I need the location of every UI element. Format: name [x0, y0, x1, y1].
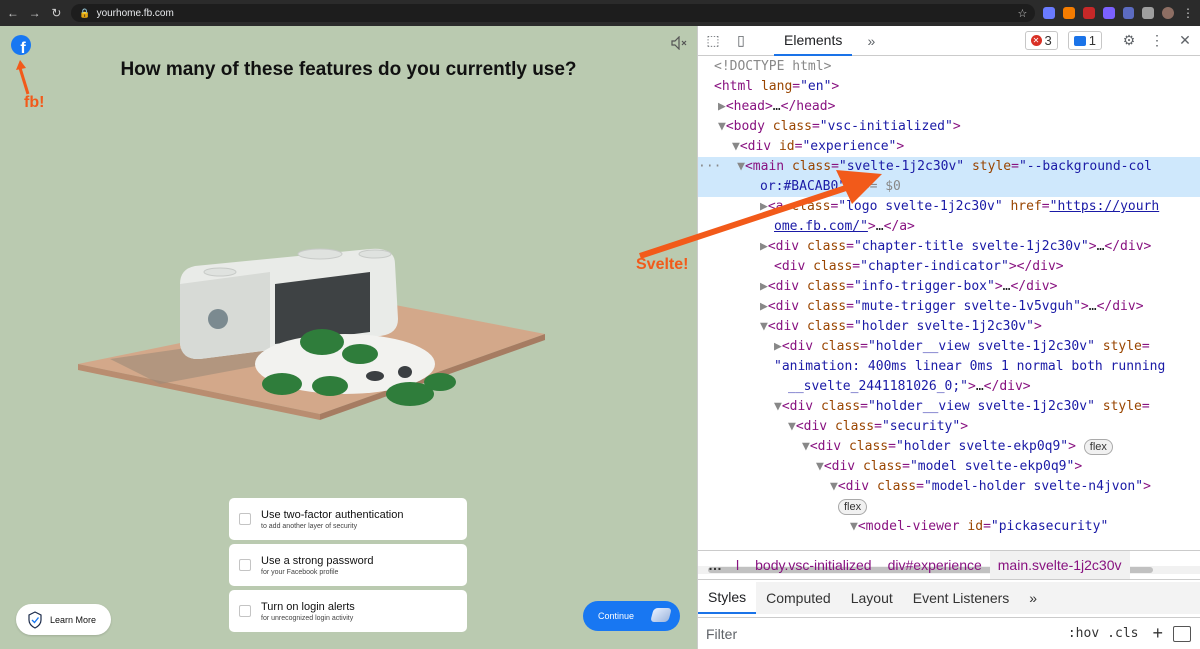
hov-toggle[interactable]: :hov — [1068, 626, 1099, 641]
errors-badge[interactable]: ✕ 3 — [1024, 31, 1058, 50]
checkbox[interactable] — [239, 559, 251, 571]
flex-badge[interactable]: flex — [838, 499, 868, 515]
tab-layout[interactable]: Layout — [841, 582, 903, 614]
dom-node[interactable]: ▶<div class="holder__view svelte-1j2c30v… — [698, 337, 1200, 357]
dom-node[interactable]: ▼<div class="model svelte-ekp0q9"> — [698, 457, 1200, 477]
extension-icon[interactable] — [1102, 7, 1115, 19]
tab-elements[interactable]: Elements — [774, 26, 853, 56]
dom-node[interactable]: <!DOCTYPE html> — [698, 57, 1200, 77]
option-login-alerts[interactable]: Turn on login alerts for unrecognized lo… — [229, 590, 467, 632]
extension-icon[interactable] — [1063, 7, 1075, 19]
breadcrumb-item-active[interactable]: main.svelte-1j2c30v — [989, 551, 1130, 579]
back-icon[interactable]: ← — [6, 6, 20, 20]
devtools-toolbar: ⬚ ▯ Elements » ✕ 3 1 ⚙ ⋮ ✕ — [698, 26, 1200, 56]
dom-node[interactable]: ▼<body class="vsc-initialized"> — [698, 117, 1200, 137]
url-text: yourhome.fb.com — [96, 7, 174, 19]
annotation-arrow — [639, 170, 882, 259]
continue-button[interactable]: Continue — [583, 601, 680, 631]
option-two-factor[interactable]: Use two-factor authentication to add ano… — [229, 498, 467, 540]
dom-node[interactable]: ▶<div class="mute-trigger svelte-1v5vguh… — [698, 297, 1200, 317]
extension-icon[interactable] — [1082, 7, 1095, 19]
learn-more-label: Learn More — [50, 614, 97, 625]
dom-node[interactable]: ▼<div id="experience"> — [698, 137, 1200, 157]
dom-node[interactable]: ▼<div class="security"> — [698, 417, 1200, 437]
chapter-title: How many of these features do you curren… — [120, 59, 577, 80]
messages-badge[interactable]: 1 — [1067, 31, 1102, 50]
puzzle-icon[interactable] — [1142, 7, 1155, 19]
checkbox[interactable] — [239, 513, 251, 525]
device-toolbar-icon[interactable]: ▯ — [732, 32, 750, 49]
gear-icon[interactable]: ⚙ — [1120, 32, 1138, 49]
devtools-panel: ⬚ ▯ Elements » ✕ 3 1 ⚙ ⋮ ✕ <!DOCTYPE htm… — [697, 26, 1200, 649]
browser-toolbar: ← → ↻ 🔒 yourhome.fb.com ☆ ⋮ — [0, 0, 1200, 26]
lock-icon: 🔒 — [79, 7, 91, 18]
dom-node[interactable]: __svelte_2441181026_0;">…</div> — [698, 377, 1200, 397]
extension-icon[interactable] — [1043, 7, 1056, 19]
page-viewport: f How many of these features do you curr… — [0, 26, 697, 649]
option-subtitle: for your Facebook profile — [261, 568, 339, 576]
more-subtabs-icon[interactable]: » — [1019, 582, 1047, 614]
continue-shape-icon — [650, 608, 672, 622]
annotation-svelte: Svelte! — [636, 256, 689, 273]
dom-node[interactable]: "animation: 400ms linear 0ms 1 normal bo… — [698, 357, 1200, 377]
messages-count: 1 — [1088, 33, 1096, 48]
breadcrumb: … l body.vsc-initialized div#experience … — [698, 550, 1200, 580]
dom-node[interactable]: ▼<div class="holder__view svelte-1j2c30v… — [698, 397, 1200, 417]
option-title: Use a strong password — [261, 554, 374, 567]
toggle-sidebar-icon[interactable] — [1173, 625, 1191, 642]
extension-icon[interactable] — [1122, 7, 1135, 19]
dom-node[interactable]: ▼<div class="holder svelte-1j2c30v"> — [698, 317, 1200, 337]
option-strong-password[interactable]: Use a strong password for your Facebook … — [229, 544, 467, 586]
dom-node[interactable]: ▼<model-viewer id="pickasecurity" — [698, 517, 1200, 537]
breadcrumb-more[interactable]: … — [698, 557, 728, 573]
annotation-arrow — [16, 60, 30, 95]
breadcrumb-item[interactable]: l — [728, 557, 747, 573]
styles-tabs: Styles Computed Layout Event Listeners » — [698, 582, 1200, 614]
mute-icon[interactable] — [671, 36, 687, 50]
tab-computed[interactable]: Computed — [756, 582, 841, 614]
option-title: Turn on login alerts — [261, 600, 355, 613]
option-subtitle: to add another layer of security — [261, 522, 358, 530]
house-illustration — [78, 248, 545, 420]
close-icon[interactable]: ✕ — [1176, 32, 1194, 49]
tab-styles[interactable]: Styles — [698, 582, 757, 614]
dom-node[interactable]: ▼<div class="model-holder svelte-n4jvon"… — [698, 477, 1200, 497]
option-subtitle: for unrecognized login activity — [261, 614, 354, 622]
forward-icon[interactable]: → — [28, 6, 42, 20]
flex-badge[interactable]: flex — [1083, 439, 1113, 455]
checkbox[interactable] — [239, 605, 251, 617]
continue-label: Continue — [598, 611, 635, 621]
error-icon: ✕ — [1030, 35, 1042, 46]
profile-avatar[interactable] — [1162, 7, 1175, 19]
new-style-rule-icon[interactable]: + — [1152, 623, 1163, 644]
breadcrumb-item[interactable]: div#experience — [880, 557, 990, 573]
annotation-fb: fb! — [24, 94, 45, 111]
reload-icon[interactable]: ↻ — [50, 6, 64, 20]
dom-tree: <!DOCTYPE html> <html lang="en"> ▶<head>… — [698, 57, 1200, 566]
learn-more-button[interactable]: Learn More — [16, 604, 111, 635]
facebook-logo-icon[interactable]: f — [11, 35, 31, 55]
bookmark-star-icon[interactable]: ☆ — [1017, 7, 1027, 20]
filter-input[interactable]: Filter — [706, 626, 737, 642]
address-bar[interactable]: 🔒 yourhome.fb.com ☆ — [71, 4, 1036, 22]
more-tabs-icon[interactable]: » — [862, 33, 880, 49]
cls-toggle[interactable]: .cls — [1107, 626, 1138, 641]
browser-menu-icon[interactable]: ⋮ — [1182, 6, 1194, 20]
errors-count: 3 — [1044, 33, 1052, 48]
more-options-icon[interactable]: ⋮ — [1148, 32, 1166, 49]
message-icon — [1073, 35, 1086, 46]
dom-node[interactable]: <html lang="en"> — [698, 77, 1200, 97]
tab-event-listeners[interactable]: Event Listeners — [903, 582, 1020, 614]
dom-node[interactable]: ▶<head>…</head> — [698, 97, 1200, 117]
option-title: Use two-factor authentication — [261, 508, 404, 521]
dom-node[interactable]: flex — [698, 497, 1200, 517]
dom-node[interactable]: ▶<div class="info-trigger-box">…</div> — [698, 277, 1200, 297]
breadcrumb-item[interactable]: body.vsc-initialized — [747, 557, 879, 573]
styles-filter-bar: Filter :hov .cls + — [698, 617, 1200, 649]
inspect-element-icon[interactable]: ⬚ — [704, 32, 722, 49]
dom-node[interactable]: ▼<div class="holder svelte-ekp0q9"> flex — [698, 437, 1200, 457]
shield-check-icon — [28, 610, 42, 629]
